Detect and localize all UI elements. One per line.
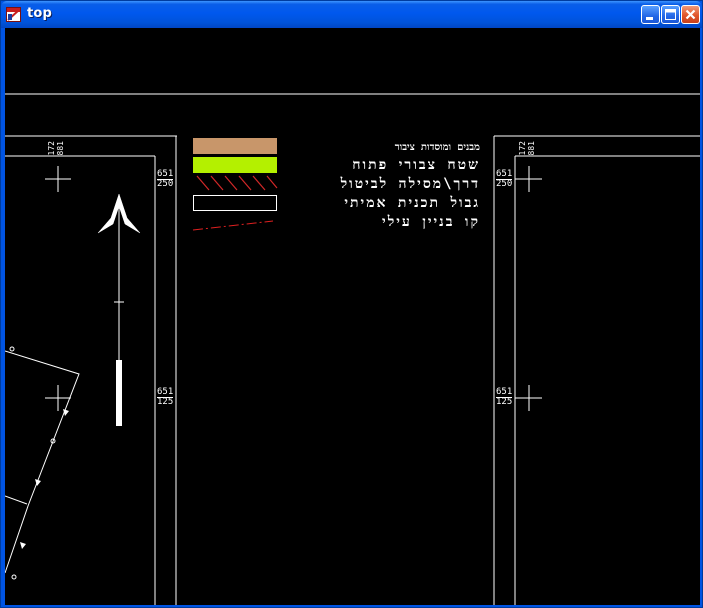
app-window: top מבנים ומוסדות ציבור שטח צבורי פתוח ד…: [0, 0, 703, 608]
close-icon: [685, 9, 696, 20]
coord-value: 250: [157, 179, 174, 189]
grid-cross: [515, 385, 542, 411]
minimize-icon: [646, 17, 653, 20]
legend-swatch-building-line: [192, 220, 274, 231]
legend-swatch-open-public-area: [193, 157, 277, 173]
coord-label-top-right: 172 881: [518, 141, 536, 156]
cad-drawing: [5, 93, 700, 605]
legend: מבנים ומוסדות ציבור שטח צבורי פתוח דרך\מ…: [288, 142, 480, 237]
legend-label-building-line: קו בניין עילי: [382, 214, 480, 230]
legend-label-plan-boundary: גבול תכנית אמיתי: [344, 195, 480, 211]
cad-app-icon[interactable]: [6, 7, 21, 22]
coord-value: 651: [496, 169, 513, 179]
coord-value: 125: [496, 397, 513, 407]
coord-value: 250: [496, 179, 513, 189]
drawing-canvas[interactable]: מבנים ומוסדות ציבור שטח צבורי פתוח דרך\מ…: [5, 28, 700, 605]
coord-label-left-upper: 651 250: [157, 169, 174, 189]
coord-value: 651: [157, 387, 174, 397]
legend-swatch-public-buildings: [193, 138, 277, 154]
coord-label-right-lower: 651 125: [496, 387, 513, 407]
boundary-markers: [9, 346, 69, 580]
legend-label-public-buildings: מבנים ומוסדות ציבור: [394, 142, 480, 153]
grid-cross: [45, 166, 71, 192]
coord-label-top-left: 172 881: [47, 141, 65, 156]
coord-label-left-lower: 651 125: [157, 387, 174, 407]
legend-swatch-plan-boundary: [193, 195, 277, 211]
window-title: top: [27, 6, 53, 21]
legend-label-open-public-area: שטח צבורי פתוח: [352, 157, 480, 173]
title-bar[interactable]: top: [1, 1, 702, 28]
close-button[interactable]: [681, 5, 700, 24]
coord-value: 651: [157, 169, 174, 179]
maximize-icon: [665, 9, 676, 20]
legend-label-road-cancel: דרך\מסילה לביטול: [340, 176, 480, 192]
grid-cross: [515, 166, 542, 192]
coord-value: 651: [496, 387, 513, 397]
maximize-button[interactable]: [661, 5, 680, 24]
grid-cross: [45, 385, 71, 411]
legend-swatch-road-cancel: [196, 175, 278, 191]
north-arrow-icon: [97, 193, 141, 426]
parcel-boundary: [5, 350, 80, 574]
minimize-button[interactable]: [641, 5, 660, 24]
coord-value: 125: [157, 397, 174, 407]
coord-label-right-upper: 651 250: [496, 169, 513, 189]
